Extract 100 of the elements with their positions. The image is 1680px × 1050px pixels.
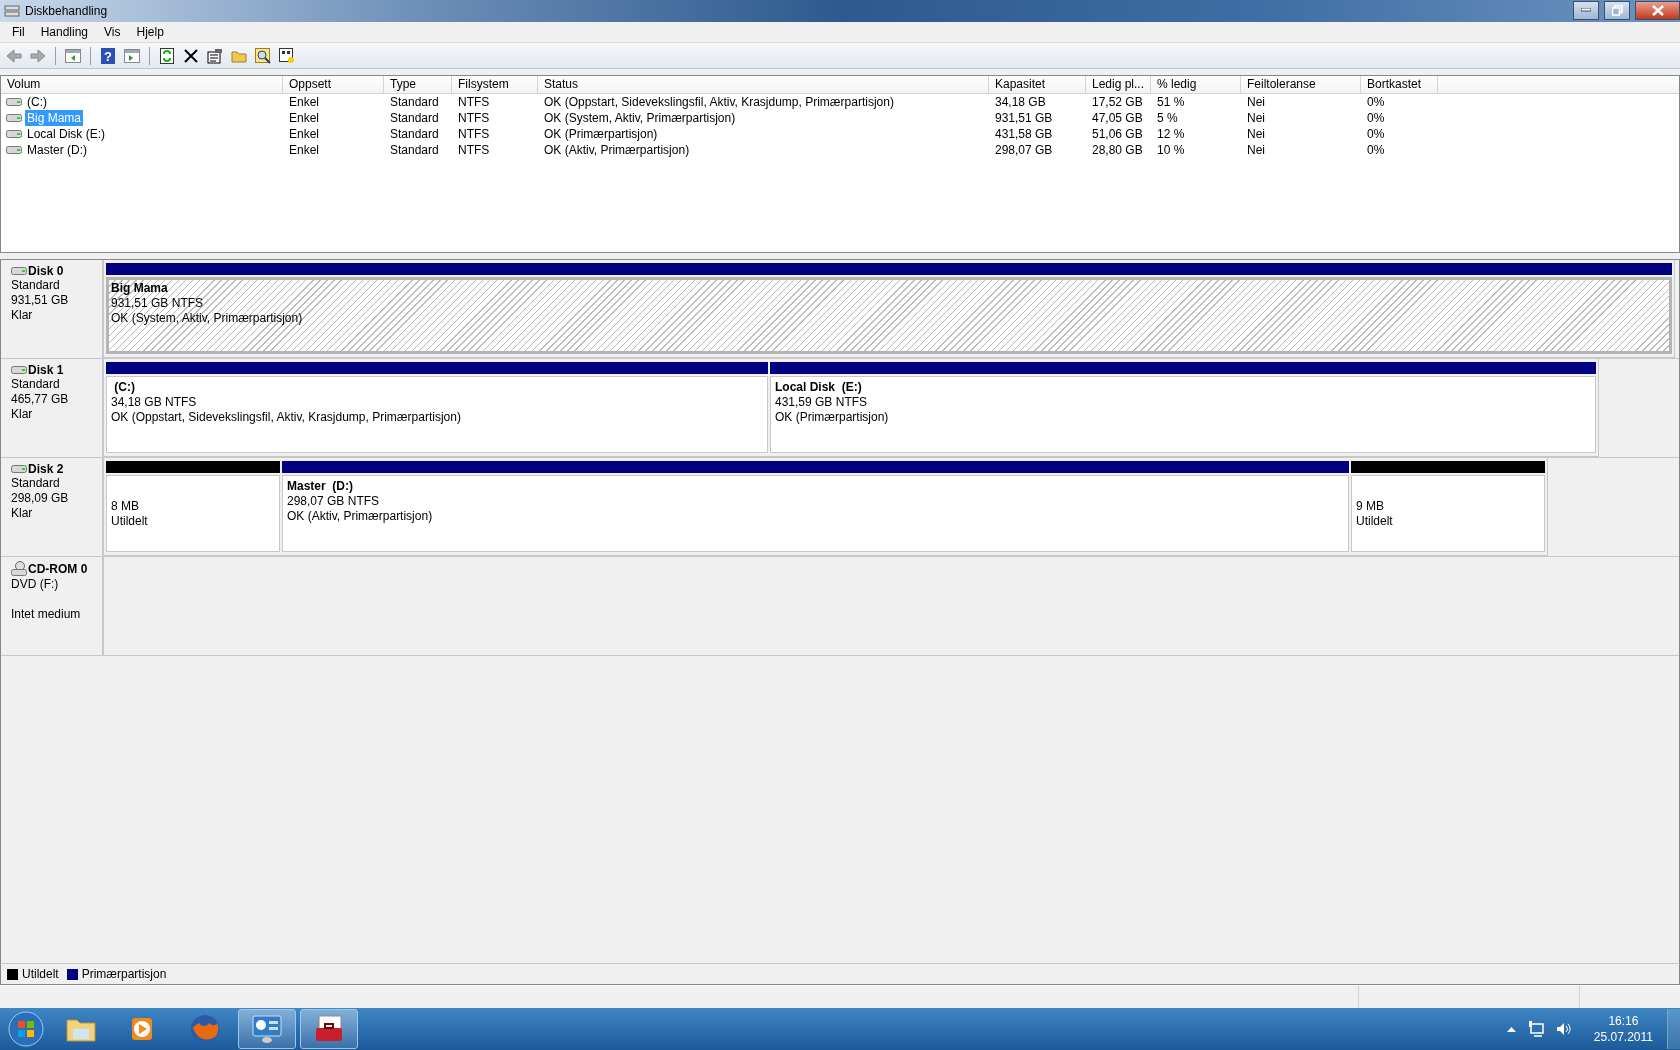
forward-button[interactable] — [29, 46, 47, 65]
disk-management-icon — [4, 4, 20, 18]
action-pane-button[interactable] — [123, 46, 141, 65]
table-cell-text: Nei — [1246, 94, 1266, 110]
partition-size: 431,59 GB NTFS — [775, 395, 869, 410]
column-header[interactable]: Type — [384, 76, 452, 93]
delete-button[interactable] — [182, 46, 200, 65]
partition-size: 34,18 GB NTFS — [111, 395, 198, 410]
table-cell-text: 51,06 GB — [1091, 126, 1144, 142]
restore-icon — [1611, 4, 1623, 16]
partition-name: Master (D:) — [287, 479, 354, 494]
table-cell-text: 34,18 GB — [994, 94, 1047, 110]
partition-name: (C:) — [113, 380, 136, 395]
disk-info: Klar — [11, 308, 34, 323]
table-cell-text: 431,58 GB — [994, 126, 1054, 142]
partition-block[interactable]: (C:) 34,18 GB NTFS OK (Oppstart, Sidevekslingsfil, Aktiv, Krasjdump, Primærpartisjon) — [106, 376, 768, 453]
partition-size: 298,07 GB NTFS — [287, 494, 381, 509]
taskbar-button[interactable] — [300, 1009, 358, 1049]
column-header[interactable]: Ledig pl... — [1086, 76, 1151, 93]
column-header[interactable]: Volum — [1, 76, 283, 93]
partition-block[interactable]: Local Disk (E:) 431,59 GB NTFS OK (Primærpartisjon) — [770, 376, 1596, 453]
partition-status: OK (System, Aktiv, Primærpartisjon) — [111, 311, 304, 326]
table-cell-text: OK (System, Aktiv, Primærpartisjon) — [543, 110, 737, 126]
settings-button[interactable] — [278, 46, 296, 65]
disk-info: Standard — [11, 476, 61, 491]
taskbar-button[interactable] — [238, 1009, 296, 1049]
column-header[interactable]: Status — [538, 76, 989, 93]
table-cell-text: 0% — [1366, 94, 1386, 110]
partition-size: 931,51 GB NTFS — [111, 296, 205, 311]
optical-drive-icon — [11, 561, 27, 577]
partition-status: Utildelt — [1356, 513, 1394, 529]
restore-button[interactable] — [1604, 0, 1630, 20]
disk-name: CD-ROM 0 — [28, 562, 88, 576]
table-cell-text: 5 % — [1156, 110, 1179, 126]
table-cell-text: Standard — [389, 94, 440, 110]
search-button[interactable] — [254, 46, 272, 65]
properties-button[interactable] — [206, 46, 224, 65]
clock[interactable]: 16:16 25.07.2011 — [1593, 1013, 1653, 1045]
menu-item[interactable]: Fil — [4, 25, 33, 39]
partition-block[interactable]: 8 MB Utildelt — [106, 475, 280, 552]
clock-time: 16:16 — [1608, 1013, 1639, 1029]
minimize-icon — [1581, 8, 1591, 12]
column-header[interactable]: Feiltoleranse — [1241, 76, 1361, 93]
partition-size: 8 MB — [111, 498, 140, 514]
close-button[interactable] — [1635, 0, 1680, 20]
menu-item[interactable]: Hjelp — [128, 25, 172, 39]
column-header[interactable]: % ledig — [1151, 76, 1241, 93]
toolbox-icon[interactable] — [313, 1014, 345, 1044]
refresh-button[interactable] — [158, 46, 176, 65]
volume-name[interactable]: Local Disk (E:) — [25, 126, 108, 142]
table-cell-text: NTFS — [457, 142, 491, 158]
partition-block[interactable]: Master (D:) 298,07 GB NTFS OK (Aktiv, Primærpartisjon) — [282, 475, 1349, 552]
table-cell-text: Enkel — [288, 110, 321, 126]
control-panel-icon[interactable] — [251, 1014, 283, 1044]
console-tree-button[interactable] — [64, 46, 82, 65]
network-icon[interactable] — [1527, 1021, 1544, 1037]
clock-date: 25.07.2011 — [1593, 1029, 1653, 1045]
column-header[interactable]: Bortkastet — [1361, 76, 1438, 93]
table-cell-text: 0% — [1366, 126, 1386, 142]
disk-name: Disk 1 — [28, 363, 64, 377]
back-button[interactable] — [5, 46, 23, 65]
table-cell-text: 0% — [1366, 142, 1386, 158]
column-header[interactable]: Oppsett — [283, 76, 384, 93]
table-cell-text: 0% — [1366, 110, 1386, 126]
legend-label: Utildelt — [22, 967, 59, 981]
table-cell-text: 51 % — [1156, 94, 1186, 110]
menu-item[interactable]: Vis — [96, 25, 129, 39]
table-cell-text: Standard — [389, 142, 440, 158]
table-cell-text: 12 % — [1156, 126, 1186, 142]
disk-info: 931,51 GB — [11, 293, 70, 308]
table-cell-text: OK (Aktiv, Primærpartisjon) — [543, 142, 691, 158]
speaker-icon[interactable] — [1555, 1021, 1572, 1037]
table-cell-text: Standard — [389, 110, 440, 126]
table-cell-text: Nei — [1246, 126, 1266, 142]
window-title: Diskbehandling — [25, 4, 108, 18]
table-cell-text: Nei — [1246, 110, 1266, 126]
table-cell-text: Enkel — [288, 142, 321, 158]
volume-name[interactable]: Master (D:) — [25, 142, 89, 158]
minimize-button[interactable] — [1573, 0, 1599, 20]
disk-info: Intet medium — [11, 607, 82, 622]
partition-status: Utildelt — [111, 513, 149, 529]
disk-info: Klar — [11, 506, 34, 521]
disk-info: Standard — [11, 278, 61, 293]
table-cell-text: NTFS — [457, 126, 491, 142]
drive-icon — [11, 365, 27, 375]
volume-name[interactable]: (C:) — [25, 94, 49, 110]
show-hidden-icons-icon[interactable] — [1506, 1026, 1516, 1032]
table-cell-text: Enkel — [288, 126, 321, 142]
help-button[interactable]: ? — [99, 46, 117, 65]
partition-size: 9 MB — [1356, 498, 1385, 514]
menu-item[interactable]: Handling — [32, 25, 97, 39]
table-cell-text: 931,51 GB — [994, 110, 1054, 126]
partition-status: OK (Primærpartisjon) — [775, 410, 890, 425]
table-cell-text: NTFS — [457, 110, 491, 126]
partition-block[interactable]: 9 MB Utildelt — [1351, 475, 1545, 552]
column-header[interactable]: Kapasitet — [989, 76, 1086, 93]
partition-block[interactable]: Big Mama 931,51 GB NTFS OK (System, Aktiv, Primærpartisjon) — [106, 277, 1672, 354]
drive-icon — [6, 129, 22, 139]
column-header[interactable]: Filsystem — [452, 76, 538, 93]
table-cell-text: 10 % — [1156, 142, 1186, 158]
